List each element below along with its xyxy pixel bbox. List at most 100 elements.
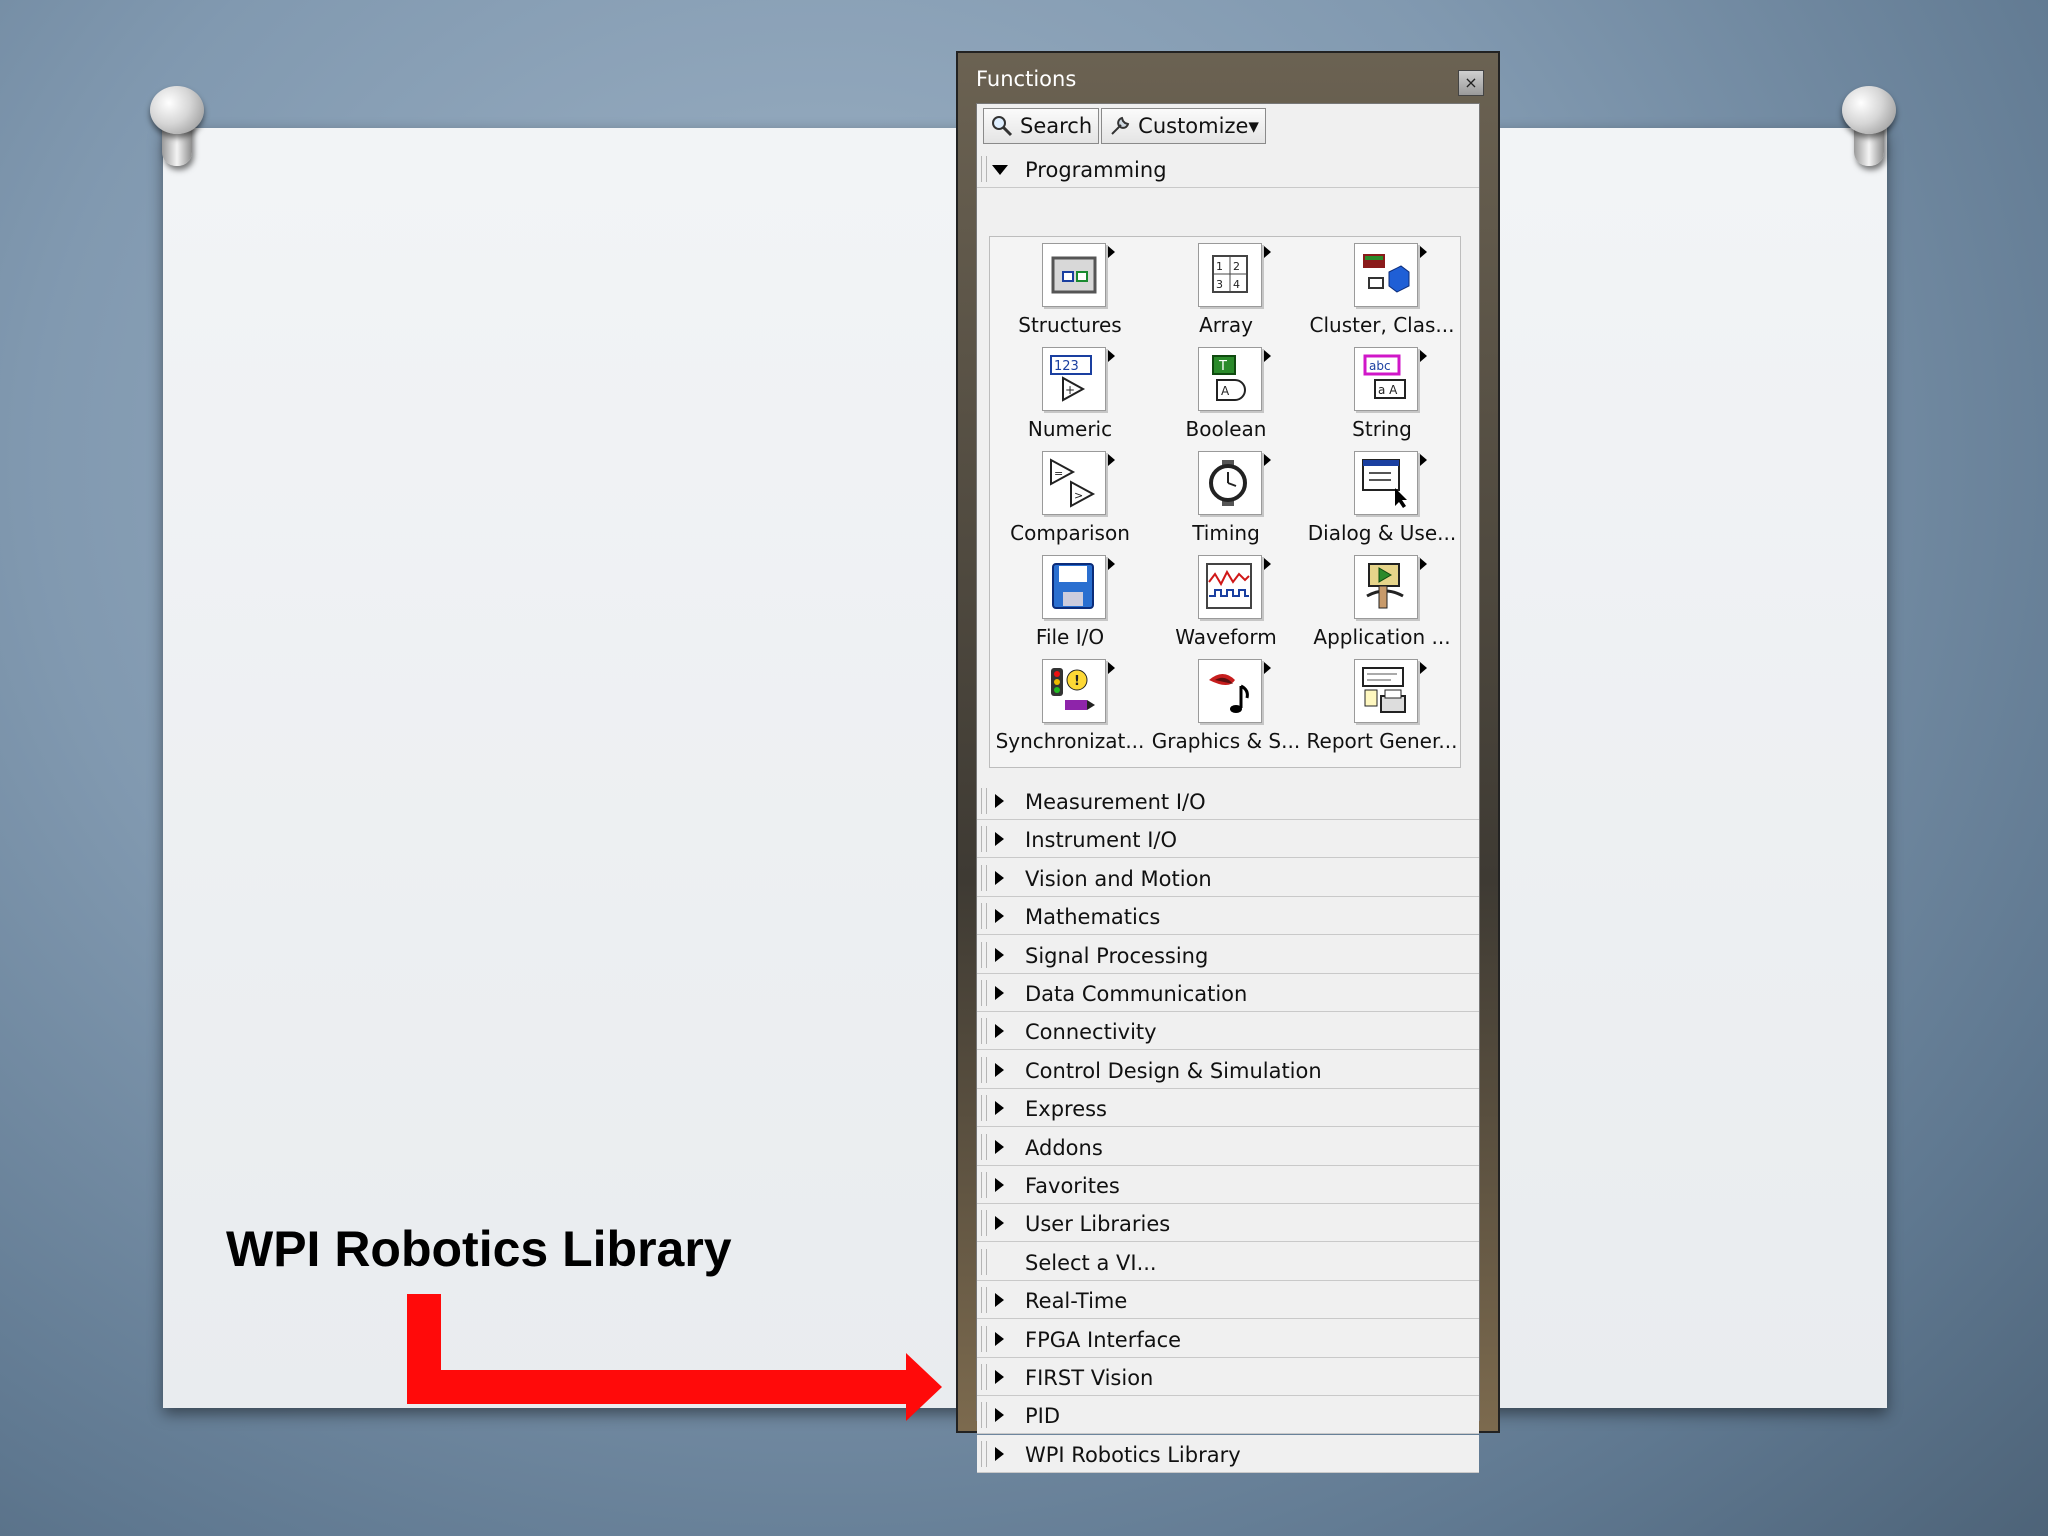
palette-item-label: Graphics & S... [1151,729,1301,753]
slide-caption: WPI Robotics Library [226,1221,732,1277]
submenu-arrow-icon [1264,350,1271,362]
collapsed-triangle-icon[interactable] [995,1293,1004,1308]
category-row[interactable]: Instrument I/O [977,820,1479,859]
palette-item-waveform[interactable]: Waveform [1148,551,1304,655]
category-row[interactable]: Data Communication [977,974,1479,1012]
category-row[interactable]: Select a VI... [977,1242,1479,1281]
collapsed-triangle-icon[interactable] [995,947,1004,962]
category-row[interactable]: FIRST Vision [977,1358,1479,1396]
palette-item-comparison[interactable]: = > Comparison [992,447,1148,551]
drag-grip[interactable] [981,1287,987,1314]
category-row[interactable]: User Libraries [977,1204,1479,1243]
drag-grip[interactable] [981,156,987,182]
category-row[interactable]: Express [977,1089,1479,1128]
category-label: User Libraries [1025,1212,1171,1237]
category-row[interactable]: Control Design & Simulation [977,1050,1479,1089]
category-label: Programming [1025,158,1167,182]
drag-grip[interactable] [981,826,987,853]
window-title: Functions [976,67,1077,91]
drag-grip[interactable] [981,1056,987,1083]
pushpin-right [1832,86,1912,166]
collapsed-triangle-icon[interactable] [995,1062,1004,1077]
collapsed-triangle-icon[interactable] [995,1101,1004,1116]
category-row[interactable]: Vision and Motion [977,858,1479,897]
category-row[interactable]: WPI Robotics Library [977,1434,1479,1473]
category-row[interactable]: Addons [977,1127,1479,1166]
string-icon: abc a A [1354,347,1427,411]
submenu-arrow-icon [1108,350,1115,362]
category-label: Vision and Motion [1025,866,1212,891]
palette-item-timing[interactable]: Timing [1148,447,1304,551]
palette-item-array[interactable]: 1234 Array [1148,239,1304,343]
search-button[interactable]: Search [983,108,1100,144]
collapsed-triangle-icon[interactable] [995,794,1004,808]
collapsed-triangle-icon[interactable] [995,870,1004,885]
collapsed-triangle-icon[interactable] [995,1178,1004,1192]
drag-grip[interactable] [981,1364,987,1390]
drag-grip[interactable] [981,864,987,891]
category-row[interactable]: Connectivity [977,1012,1479,1051]
drag-grip[interactable] [981,1172,987,1198]
collapsed-triangle-icon[interactable] [995,832,1004,847]
drag-grip[interactable] [981,980,987,1006]
collapsed-triangle-icon[interactable] [995,1139,1004,1154]
category-row[interactable]: FPGA Interface [977,1319,1479,1358]
palette-item-synchronization[interactable]: ! Synchronizat... [992,655,1148,759]
category-row[interactable]: Favorites [977,1166,1479,1204]
close-button[interactable]: × [1458,70,1484,96]
collapsed-triangle-icon[interactable] [995,1216,1004,1231]
palette-item-dialog[interactable]: Dialog & Use... [1304,447,1460,551]
palette-item-label: Timing [1192,521,1260,545]
drag-grip[interactable] [981,1440,987,1467]
palette-item-string[interactable]: abc a A String [1304,343,1460,447]
svg-text:+: + [1065,383,1075,397]
category-row[interactable]: Mathematics [977,897,1479,936]
collapsed-triangle-icon[interactable] [995,986,1004,1000]
collapsed-triangle-icon[interactable] [995,1024,1004,1039]
palette-item-file-io[interactable]: File I/O [992,551,1148,655]
collapsed-triangle-icon[interactable] [995,909,1004,924]
dialog-icon [1354,451,1427,515]
drag-grip[interactable] [981,1133,987,1160]
boolean-icon: TA [1198,347,1271,411]
drag-grip[interactable] [981,1402,987,1429]
palette-item-graphics[interactable]: Graphics & S... [1148,655,1304,759]
palette-item-structures[interactable]: Structures [992,239,1148,343]
palette-item-application[interactable]: Application ... [1304,551,1460,655]
drag-grip[interactable] [981,941,987,968]
customize-button[interactable]: Customize▾ [1101,108,1266,144]
category-row[interactable]: PID [977,1396,1479,1435]
drag-grip[interactable] [981,1018,987,1045]
customize-label: Customize▾ [1138,114,1259,138]
expanded-triangle-icon[interactable] [992,165,1008,175]
svg-text:1: 1 [1216,260,1223,273]
collapsed-triangle-icon[interactable] [995,1408,1004,1423]
drag-grip[interactable] [981,1248,987,1275]
svg-text:4: 4 [1233,278,1240,291]
drag-grip[interactable] [981,903,987,930]
palette-item-report[interactable]: Report Gener... [1304,655,1460,759]
palette-item-boolean[interactable]: TA Boolean [1148,343,1304,447]
drag-grip[interactable] [981,1095,987,1122]
palette-item-numeric[interactable]: 123 + Numeric [992,343,1148,447]
category-row[interactable]: Real-Time [977,1281,1479,1320]
collapsed-triangle-icon[interactable] [995,1370,1004,1384]
palette-item-cluster[interactable]: Cluster, Clas... [1304,239,1460,343]
collapsed-triangle-icon[interactable] [995,1446,1004,1461]
submenu-arrow-icon [1108,558,1115,570]
category-row[interactable]: Measurement I/O [977,782,1479,820]
drag-grip[interactable] [981,788,987,814]
palette-item-label: Structures [1018,313,1122,337]
collapsed-triangle-icon[interactable] [995,1331,1004,1346]
search-icon [992,116,1013,137]
titlebar[interactable]: Functions × [958,53,1498,103]
drag-grip[interactable] [981,1210,987,1237]
category-label: Data Communication [1025,982,1248,1006]
drag-grip[interactable] [981,1325,987,1352]
palette-item-label: Report Gener... [1306,729,1458,753]
structures-icon [1042,243,1115,307]
category-row[interactable]: Signal Processing [977,935,1479,974]
search-label: Search [1020,114,1093,138]
category-programming[interactable]: Programming [977,150,1479,188]
palette-item-label: Numeric [1027,417,1113,441]
